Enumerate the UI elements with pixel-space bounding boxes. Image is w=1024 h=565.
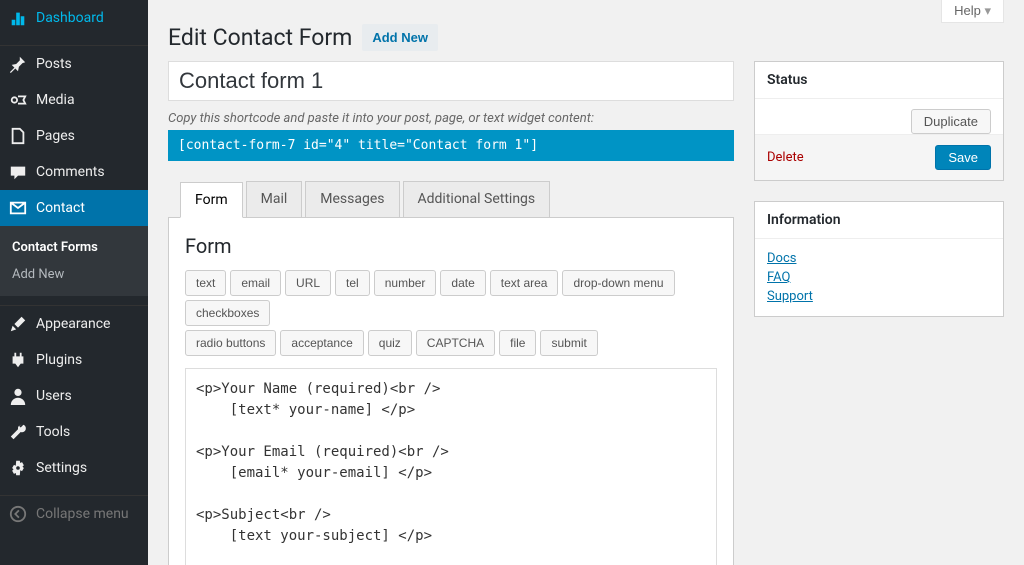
sidebar-item-posts[interactable]: Posts (0, 46, 148, 82)
status-title: Status (755, 62, 1003, 99)
tab-additional-settings[interactable]: Additional Settings (403, 181, 551, 217)
gear-icon (8, 458, 28, 478)
admin-sidebar: Dashboard Posts Media Pages Comments Con… (0, 0, 148, 565)
sidebar-item-label: Plugins (36, 352, 82, 368)
sidebar-item-label: Tools (36, 424, 70, 440)
delete-link[interactable]: Delete (767, 150, 804, 165)
sidebar-item-media[interactable]: Media (0, 82, 148, 118)
page-title: Edit Contact Form (168, 24, 352, 51)
pin-icon (8, 54, 28, 74)
sidebar-item-label: Posts (36, 56, 72, 72)
info-link-support[interactable]: Support (767, 287, 991, 306)
main-content: Help Edit Contact Form Add New Copy this… (148, 0, 1024, 565)
plugin-icon (8, 350, 28, 370)
tab-form[interactable]: Form (180, 182, 243, 218)
tag-quiz[interactable]: quiz (368, 330, 412, 356)
sidebar-item-dashboard[interactable]: Dashboard (0, 0, 148, 36)
dashboard-icon (8, 8, 28, 28)
sidebar-item-settings[interactable]: Settings (0, 450, 148, 486)
tab-mail[interactable]: Mail (246, 181, 303, 217)
status-postbox: Status Duplicate Delete Save (754, 61, 1004, 181)
information-title: Information (755, 202, 1003, 239)
tag-file[interactable]: file (499, 330, 536, 356)
sidebar-item-users[interactable]: Users (0, 378, 148, 414)
sidebar-item-label: Comments (36, 164, 105, 180)
tag-radio[interactable]: radio buttons (185, 330, 276, 356)
sidebar-item-pages[interactable]: Pages (0, 118, 148, 154)
sidebar-submenu: Contact Forms Add New (0, 226, 148, 296)
sidebar-item-label: Users (36, 388, 72, 404)
sidebar-item-label: Dashboard (36, 10, 104, 26)
tag-date[interactable]: date (440, 270, 485, 296)
tag-dropdown[interactable]: drop-down menu (562, 270, 674, 296)
save-button[interactable]: Save (935, 145, 991, 170)
submenu-contact-forms[interactable]: Contact Forms (0, 234, 148, 261)
editor-tabs: Form Mail Messages Additional Settings (180, 181, 734, 217)
sidebar-item-label: Pages (36, 128, 75, 144)
tag-tel[interactable]: tel (335, 270, 370, 296)
collapse-label: Collapse menu (36, 506, 129, 522)
help-tab[interactable]: Help (941, 0, 1004, 23)
sidebar-item-tools[interactable]: Tools (0, 414, 148, 450)
sidebar-item-label: Settings (36, 460, 87, 476)
tag-submit[interactable]: submit (540, 330, 597, 356)
sidebar-item-contact[interactable]: Contact (0, 190, 148, 226)
tag-checkboxes[interactable]: checkboxes (185, 300, 270, 326)
tag-buttons-row: radio buttons acceptance quiz CAPTCHA fi… (185, 330, 717, 356)
info-link-docs[interactable]: Docs (767, 249, 991, 268)
tag-email[interactable]: email (230, 270, 281, 296)
tag-number[interactable]: number (374, 270, 437, 296)
user-icon (8, 386, 28, 406)
screen-meta: Help (941, 0, 1004, 23)
page-header: Edit Contact Form Add New (168, 0, 1004, 61)
mail-icon (8, 198, 28, 218)
tag-buttons-row: text email URL tel number date text area… (185, 270, 717, 326)
brush-icon (8, 314, 28, 334)
information-postbox: Information Docs FAQ Support (754, 201, 1004, 317)
comment-icon (8, 162, 28, 182)
submenu-add-new[interactable]: Add New (0, 261, 148, 288)
collapse-icon (8, 504, 28, 524)
shortcode-hint: Copy this shortcode and paste it into yo… (168, 111, 734, 126)
shortcode-display[interactable]: [contact-form-7 id="4" title="Contact fo… (168, 130, 734, 161)
sidebar-item-appearance[interactable]: Appearance (0, 306, 148, 342)
sidebar-item-label: Appearance (36, 316, 110, 332)
collapse-menu[interactable]: Collapse menu (0, 496, 148, 532)
form-panel: Form text email URL tel number date text… (168, 217, 734, 565)
form-title-input[interactable] (168, 61, 734, 101)
page-icon (8, 126, 28, 146)
duplicate-button[interactable]: Duplicate (911, 109, 991, 134)
sidebar-item-label: Media (36, 92, 75, 108)
tab-messages[interactable]: Messages (305, 181, 399, 217)
sidebar-item-label: Contact (36, 200, 85, 216)
tag-acceptance[interactable]: acceptance (280, 330, 363, 356)
sidebar-item-comments[interactable]: Comments (0, 154, 148, 190)
media-icon (8, 90, 28, 110)
tag-textarea[interactable]: text area (490, 270, 559, 296)
tag-url[interactable]: URL (285, 270, 331, 296)
info-link-faq[interactable]: FAQ (767, 268, 991, 287)
sidebar-item-plugins[interactable]: Plugins (0, 342, 148, 378)
add-new-button[interactable]: Add New (362, 24, 438, 51)
panel-heading: Form (185, 234, 717, 258)
tag-text[interactable]: text (185, 270, 226, 296)
form-code-textarea[interactable] (185, 368, 717, 565)
tag-captcha[interactable]: CAPTCHA (416, 330, 495, 356)
tool-icon (8, 422, 28, 442)
